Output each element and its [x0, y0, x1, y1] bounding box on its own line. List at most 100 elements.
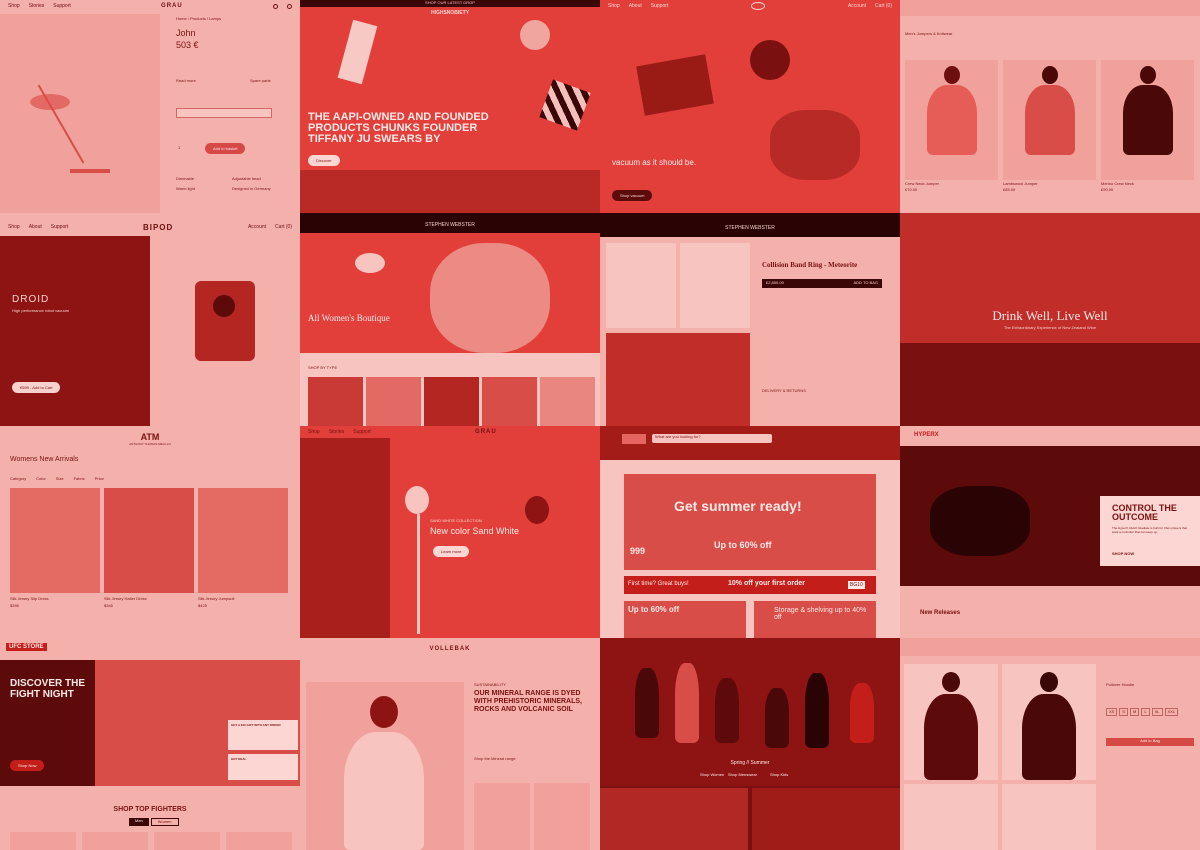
spare-parts-link[interactable]: Spare parts	[250, 78, 271, 84]
size-option[interactable]: S	[1119, 708, 1129, 716]
size-option[interactable]: XS	[1106, 708, 1118, 716]
filter[interactable]: Category	[10, 476, 26, 482]
discover-button[interactable]: Discover	[308, 155, 340, 166]
category-card[interactable]	[482, 377, 537, 426]
logo[interactable]: VOLLEBAK	[300, 646, 600, 652]
fighter-card[interactable]	[154, 832, 220, 850]
promo-card-1[interactable]: GET A $10 GIFT WITH ANY ORDER	[228, 720, 298, 750]
shop-vacuum-button[interactable]: Shop vacuum	[612, 190, 653, 201]
account-link[interactable]: Account	[848, 3, 866, 9]
logo[interactable]: GRAU	[475, 429, 497, 435]
nav-stories[interactable]: Stories	[329, 429, 345, 435]
learn-more-button[interactable]: Learn more	[433, 546, 470, 557]
logo[interactable]: ATM	[0, 432, 300, 442]
nav-support[interactable]: Support	[651, 3, 669, 9]
logo[interactable]: HYPERX	[914, 432, 939, 438]
product-card-3[interactable]	[198, 488, 288, 593]
headline: New color Sand White	[430, 526, 520, 536]
deal-tile-1[interactable]: Up to 60% off	[624, 601, 746, 638]
product-name[interactable]: Silk Jersey Slip Dress	[10, 596, 49, 602]
tab-men[interactable]: Men	[129, 818, 149, 826]
product-card-3[interactable]	[1101, 60, 1194, 180]
shop-now-button[interactable]: SHOP NOW	[1112, 551, 1134, 557]
crumb[interactable]: Products	[190, 16, 206, 21]
hero-banner[interactable]: Get summer ready! Up to 60% off 999	[624, 474, 876, 570]
promo-banner[interactable]: SHOP OUR LATEST DROP	[300, 0, 600, 7]
delivery-accordion[interactable]: DELIVERY & RETURNS	[762, 388, 806, 394]
variant-select[interactable]	[176, 108, 272, 118]
lamp-head-image	[405, 486, 429, 514]
size-option[interactable]: M	[1130, 708, 1140, 716]
fighter-card[interactable]	[226, 832, 292, 850]
fighter-card[interactable]	[10, 832, 76, 850]
ring-image	[355, 253, 385, 273]
product-card-2[interactable]	[104, 488, 194, 593]
shop-now-button[interactable]: Shop Now	[10, 760, 45, 771]
wall-image	[300, 438, 390, 638]
logo[interactable]: GRAU	[161, 3, 183, 9]
logo[interactable]: HIGHSNOBIETY	[300, 7, 600, 19]
nav-support[interactable]: Support	[353, 429, 371, 435]
filter[interactable]: Price	[95, 476, 104, 482]
product-card-1[interactable]	[10, 488, 100, 593]
filter-bar: Category Color Size Fabric Price	[10, 476, 104, 482]
logo[interactable]	[622, 434, 646, 444]
qty-value[interactable]: 1	[178, 145, 180, 151]
nav-about[interactable]: About	[629, 3, 642, 9]
crumb[interactable]: Lamps	[209, 16, 221, 21]
category-card[interactable]	[540, 377, 595, 426]
nav-shop[interactable]: Shop	[308, 429, 320, 435]
deal-text: Up to 60% off	[714, 540, 772, 550]
fighter-card[interactable]	[82, 832, 148, 850]
nav-about[interactable]: About	[29, 224, 42, 230]
size-option[interactable]: XL	[1151, 708, 1163, 716]
product-name[interactable]: Silk Jersey Halter Dress	[104, 596, 147, 602]
filter[interactable]: Size	[56, 476, 64, 482]
info-panel: DROID High performance robot vacuum €599…	[0, 236, 150, 426]
filter[interactable]: Color	[36, 476, 46, 482]
nav-support[interactable]: Support	[53, 3, 71, 9]
tab-women[interactable]: Women	[150, 818, 179, 826]
logo[interactable]: BIPOD	[143, 223, 173, 232]
category-card[interactable]	[308, 377, 363, 426]
add-to-cart-button[interactable]: €599 - Add to Cart	[12, 382, 61, 393]
logo[interactable]: STEPHEN WEBSTER	[300, 213, 600, 233]
shop-women-link[interactable]: Shop Women	[700, 772, 724, 778]
category-card[interactable]	[424, 377, 479, 426]
search-icon[interactable]	[273, 3, 278, 9]
size-option[interactable]: L	[1141, 708, 1150, 716]
product-card-1[interactable]	[905, 60, 998, 180]
nav-shop[interactable]: Shop	[8, 224, 20, 230]
nav-shop[interactable]: Shop	[8, 3, 20, 9]
nav	[900, 0, 1200, 16]
shop-menswear-link[interactable]: Shop Menswear	[728, 772, 757, 778]
size-option[interactable]: XXL	[1164, 708, 1179, 716]
nav-shop[interactable]: Shop	[608, 3, 620, 9]
headline: DISCOVER THE FIGHT NIGHT	[10, 678, 86, 700]
add-to-bag-button[interactable]: ADD TO BAG	[853, 280, 878, 286]
category-card[interactable]	[366, 377, 421, 426]
product-name[interactable]: Silk Jersey Jumpsuit	[198, 596, 234, 602]
cart-link[interactable]: Cart (0)	[875, 3, 892, 9]
crumb[interactable]: Home	[176, 16, 187, 21]
product-card-2[interactable]	[1003, 60, 1096, 180]
shop-kids-link[interactable]: Shop Kids	[770, 772, 788, 778]
add-to-basket-button[interactable]: Add to basket	[205, 143, 246, 154]
search-input[interactable]: What are you looking for?	[652, 434, 772, 443]
kicker: SAND WHITE COLLECTION	[430, 518, 482, 523]
logo[interactable]: UFC STORE	[6, 643, 47, 651]
nav-support[interactable]: Support	[51, 224, 69, 230]
read-more-link[interactable]: Read more	[176, 78, 196, 84]
shop-link[interactable]: Shop the Mineral range	[474, 756, 516, 762]
category-section: SHOP BY TYPE	[300, 353, 600, 426]
promo-card-2[interactable]: HOT DEAL	[228, 754, 298, 780]
cart-link[interactable]: Cart (0)	[275, 224, 292, 230]
first-order-banner[interactable]: First time? Great buys! 10% off your fir…	[624, 576, 876, 594]
nav-stories[interactable]: Stories	[29, 3, 45, 9]
cart-icon[interactable]	[287, 3, 292, 9]
account-link[interactable]: Account	[248, 224, 266, 230]
add-to-bag-button[interactable]: Add to Bag	[1106, 738, 1194, 746]
filter[interactable]: Fabric	[74, 476, 85, 482]
deal-tile-2[interactable]: Storage & shelving up to 40% off	[754, 601, 876, 638]
logo[interactable]: STEPHEN WEBSTER	[600, 213, 900, 237]
